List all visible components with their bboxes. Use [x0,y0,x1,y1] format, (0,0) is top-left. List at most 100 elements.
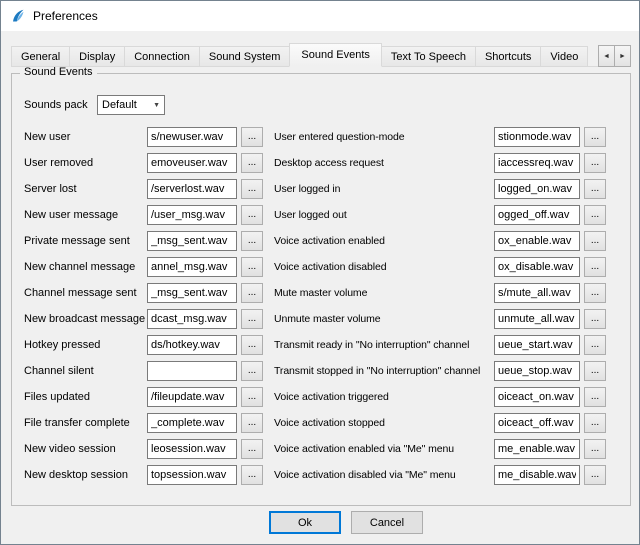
sound-file-input[interactable] [494,413,580,433]
sound-event-label: Voice activation enabled [274,235,494,247]
browse-button[interactable]: ... [584,465,606,485]
sound-file-input[interactable] [494,179,580,199]
sound-file-input[interactable] [494,127,580,147]
tab-video[interactable]: Video [540,46,588,67]
tab-connection[interactable]: Connection [124,46,200,67]
browse-button[interactable]: ... [241,257,263,277]
sound-file-input[interactable] [147,439,237,459]
sound-event-label: Voice activation triggered [274,391,494,403]
sound-events-groupbox: Sound Events Sounds pack Default ▼ New u… [11,73,631,506]
browse-button[interactable]: ... [241,387,263,407]
sound-file-input[interactable] [147,465,237,485]
browse-button[interactable]: ... [241,205,263,225]
sound-event-row: New user... [24,124,263,150]
browse-button[interactable]: ... [241,465,263,485]
sounds-pack-row: Sounds pack Default ▼ [24,95,165,115]
sound-file-input[interactable] [494,283,580,303]
sound-file-input[interactable] [147,387,237,407]
browse-button[interactable]: ... [584,439,606,459]
browse-button[interactable]: ... [584,413,606,433]
browse-button[interactable]: ... [584,205,606,225]
sound-event-row: New desktop session... [24,462,263,488]
sound-file-input[interactable] [147,231,237,251]
sound-event-label: Desktop access request [274,157,494,169]
sounds-pack-select[interactable]: Default ▼ [97,95,165,115]
tab-scroll-right-button[interactable]: ► [614,45,631,67]
sound-event-label: Unmute master volume [274,313,494,325]
tab-text-to-speech[interactable]: Text To Speech [381,46,476,67]
sound-event-row: Voice activation enabled via "Me" menu..… [274,436,606,462]
sound-event-row: Server lost... [24,176,263,202]
browse-button[interactable]: ... [584,361,606,381]
sound-file-input[interactable] [147,179,237,199]
sound-file-input[interactable] [147,205,237,225]
browse-button[interactable]: ... [241,127,263,147]
browse-button[interactable]: ... [584,309,606,329]
sound-event-label: Voice activation enabled via "Me" menu [274,443,494,455]
sound-file-input[interactable] [494,439,580,459]
sound-file-input[interactable] [147,309,237,329]
tab-display[interactable]: Display [69,46,125,67]
tab-sound-events[interactable]: Sound Events [289,43,382,67]
browse-button[interactable]: ... [584,127,606,147]
sound-file-input[interactable] [494,231,580,251]
sound-event-row: Mute master volume... [274,280,606,306]
sound-event-row: New video session... [24,436,263,462]
tab-sound-system[interactable]: Sound System [199,46,291,67]
sound-file-input[interactable] [494,153,580,173]
browse-button[interactable]: ... [241,231,263,251]
arrow-left-icon: ◄ [603,53,610,60]
events-column-right: User entered question-mode...Desktop acc… [274,124,606,488]
browse-button[interactable]: ... [241,413,263,433]
sound-file-input[interactable] [147,361,237,381]
tab-general[interactable]: General [11,46,70,67]
browse-button[interactable]: ... [584,387,606,407]
sound-file-input[interactable] [494,309,580,329]
browse-button[interactable]: ... [241,309,263,329]
sound-file-input[interactable] [147,413,237,433]
sound-file-input[interactable] [494,335,580,355]
tab-strip: GeneralDisplayConnectionSound SystemSoun… [11,43,631,67]
sound-event-label: Voice activation disabled [274,261,494,273]
sounds-pack-label: Sounds pack [24,99,97,111]
sound-file-input[interactable] [147,127,237,147]
sound-event-row: New user message... [24,202,263,228]
browse-button[interactable]: ... [241,335,263,355]
tab-shortcuts[interactable]: Shortcuts [475,46,541,67]
browse-button[interactable]: ... [584,153,606,173]
chevron-down-icon: ▼ [153,102,160,109]
sound-event-row: User logged out... [274,202,606,228]
sound-file-input[interactable] [147,283,237,303]
sound-event-label: Channel silent [24,365,147,377]
sounds-pack-value: Default [102,99,137,111]
sound-event-label: New user message [24,209,147,221]
sound-event-label: User logged in [274,183,494,195]
sound-file-input[interactable] [494,361,580,381]
sound-file-input[interactable] [494,257,580,277]
browse-button[interactable]: ... [241,361,263,381]
sound-event-label: Hotkey pressed [24,339,147,351]
browse-button[interactable]: ... [584,283,606,303]
browse-button[interactable]: ... [584,335,606,355]
cancel-button[interactable]: Cancel [351,511,423,534]
sound-event-label: Voice activation stopped [274,417,494,429]
browse-button[interactable]: ... [241,439,263,459]
sound-event-label: Server lost [24,183,147,195]
ok-button[interactable]: Ok [269,511,341,534]
tab-scroll-left-button[interactable]: ◄ [598,45,615,67]
sound-file-input[interactable] [147,153,237,173]
sound-file-input[interactable] [494,465,580,485]
groupbox-legend: Sound Events [20,66,97,78]
browse-button[interactable]: ... [241,153,263,173]
browse-button[interactable]: ... [584,179,606,199]
browse-button[interactable]: ... [241,283,263,303]
sound-file-input[interactable] [147,257,237,277]
browse-button[interactable]: ... [584,257,606,277]
sound-event-row: New channel message... [24,254,263,280]
sound-event-label: New desktop session [24,469,147,481]
browse-button[interactable]: ... [584,231,606,251]
sound-file-input[interactable] [494,205,580,225]
sound-file-input[interactable] [147,335,237,355]
browse-button[interactable]: ... [241,179,263,199]
sound-file-input[interactable] [494,387,580,407]
